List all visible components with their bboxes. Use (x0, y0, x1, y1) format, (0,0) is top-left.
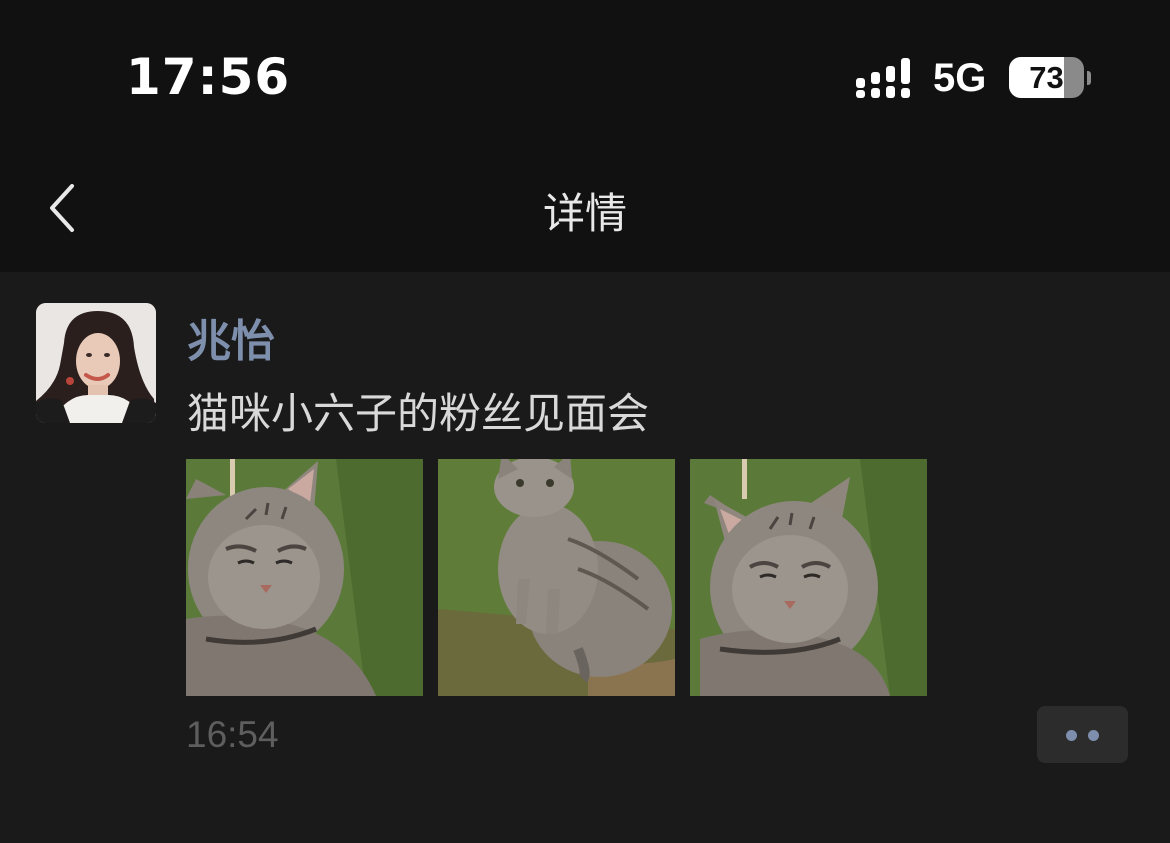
photo-thumbnail-3[interactable] (690, 459, 927, 696)
photo-thumbnail-2[interactable] (438, 459, 675, 696)
more-dots-icon (1066, 730, 1077, 741)
signal-strength-icon (856, 58, 910, 98)
network-type-label: 5G (933, 56, 987, 100)
status-bar: 17:56 5G 73 (0, 0, 1170, 150)
more-options-button[interactable] (1037, 706, 1128, 763)
moment-post: 兆怡 猫咪小六子的粉丝见面会 16:54 (0, 272, 1170, 843)
page-title: 详情 (542, 189, 627, 238)
cat-photo (690, 459, 927, 696)
cat-photo (186, 459, 423, 696)
author-name[interactable]: 兆怡 (187, 305, 275, 369)
battery-icon: 73 (1009, 57, 1084, 98)
avatar-image (36, 303, 156, 423)
post-text: 猫咪小六子的粉丝见面会 (187, 389, 650, 438)
post-timestamp: 16:54 (186, 714, 279, 755)
avatar[interactable] (36, 303, 156, 423)
photo-grid (186, 459, 928, 696)
more-dots-icon (1088, 730, 1099, 741)
cat-photo (438, 459, 675, 696)
navigation-bar: 详情 (0, 150, 1170, 272)
moments-detail-screen: 17:56 5G 73 详情 兆怡 猫咪小六子的粉丝见面会 16:54 (0, 0, 1170, 843)
photo-thumbnail-1[interactable] (186, 459, 423, 696)
status-time: 17:56 (126, 48, 291, 106)
battery-level-label: 73 (1029, 60, 1064, 95)
battery-tip (1087, 71, 1091, 85)
